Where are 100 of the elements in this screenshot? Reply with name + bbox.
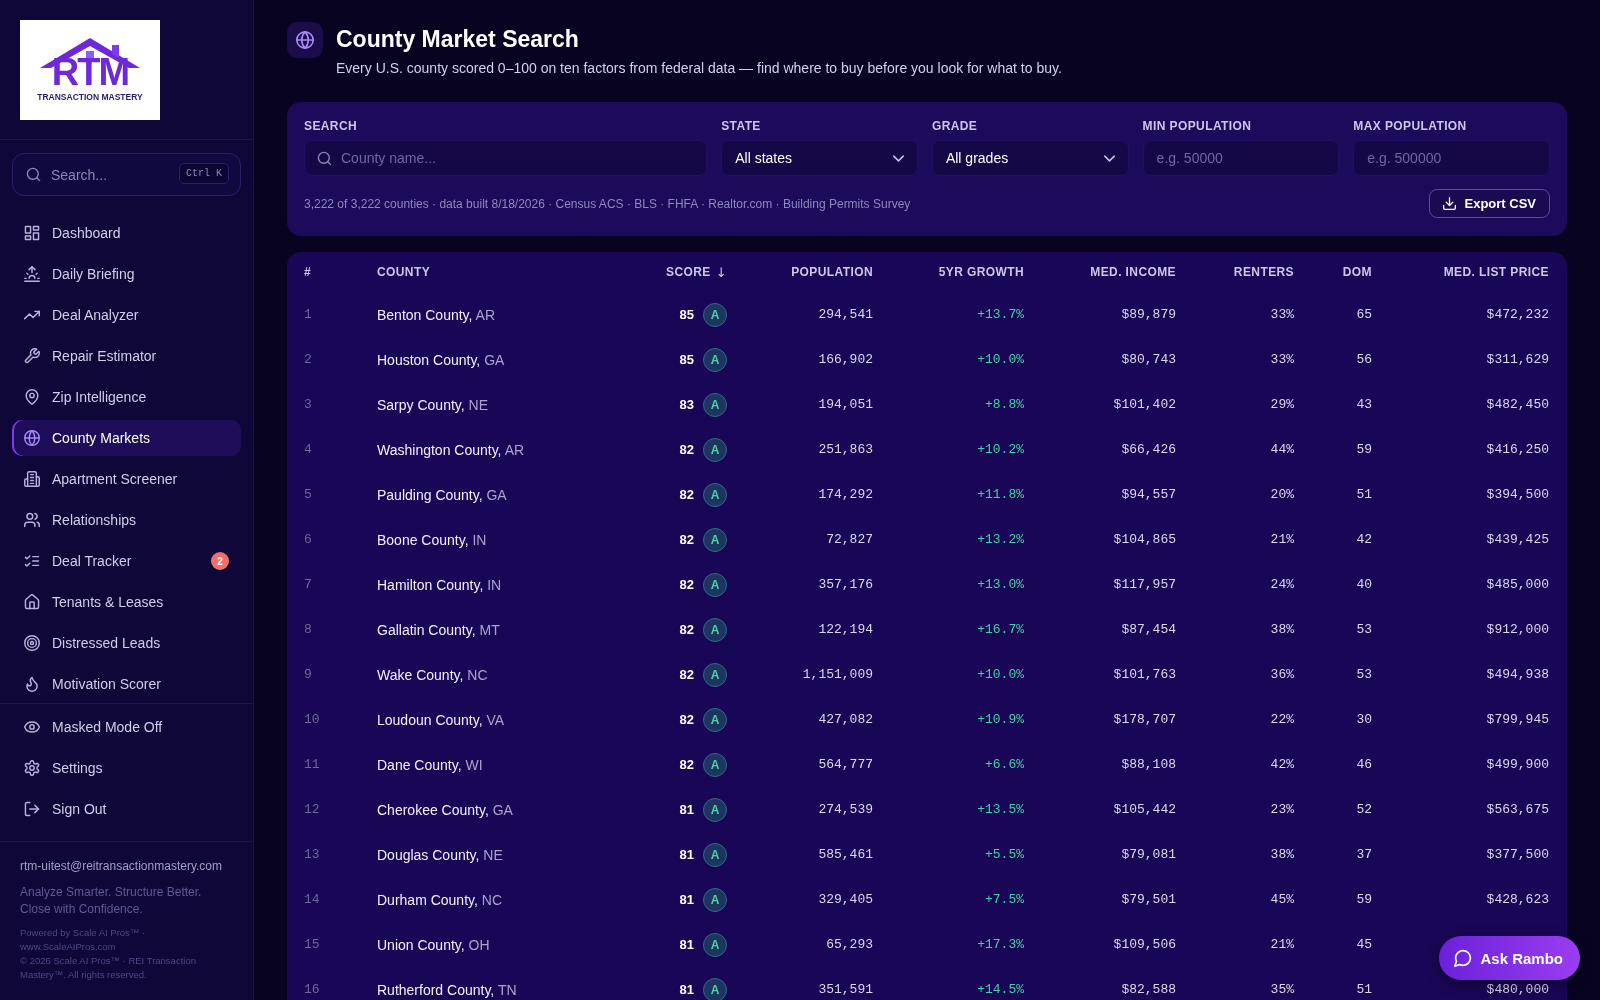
grade-badge: A (703, 527, 727, 552)
renters-cell: 35% (1270, 982, 1294, 997)
score-value: 81 (679, 937, 694, 952)
growth-cell: +14.5% (977, 982, 1024, 997)
nav-item[interactable]: Daily Briefing (12, 256, 241, 292)
nav-item[interactable]: Deal Analyzer (12, 297, 241, 333)
renters-cell: 21% (1270, 937, 1294, 952)
price-cell: $485,000 (1486, 577, 1549, 592)
income-cell: $117,957 (1113, 577, 1176, 592)
growth-cell: +7.5% (985, 892, 1024, 907)
dom-cell: 53 (1356, 622, 1372, 637)
population-cell: 585,461 (818, 847, 873, 862)
score-value: 81 (679, 847, 694, 862)
building-icon (24, 471, 40, 487)
dropdown[interactable]: All grades (931, 140, 1129, 176)
settings-icon (24, 760, 40, 776)
chevron-down-icon (1103, 154, 1115, 162)
income-cell: $88,108 (1121, 757, 1176, 772)
row-number: 9 (304, 667, 312, 682)
grid-icon (24, 225, 40, 241)
summary-text: 3,222 of 3,222 counties · data built 8/18/2026 · Census ACS · BLS · FHFA · Realtor.com · Building Permits Survey (304, 196, 911, 211)
county-name: Houston County, GA (377, 351, 505, 368)
score-value: 85 (679, 307, 694, 322)
globe-icon (24, 430, 40, 446)
dom-cell: 43 (1356, 397, 1372, 412)
input-field[interactable]: e.g. 50000 (1142, 140, 1340, 176)
column-header[interactable]: MED. INCOME (1090, 265, 1176, 279)
column-header[interactable]: RENTERS (1233, 265, 1294, 279)
dropdown[interactable]: All states (721, 140, 918, 176)
nav-item[interactable]: Repair Estimator (12, 338, 241, 374)
renters-cell: 20% (1270, 487, 1294, 502)
nav-item[interactable]: Zip Intelligence (12, 379, 241, 415)
price-cell: $912,000 (1486, 622, 1549, 637)
search-field[interactable]: County name... (304, 140, 708, 176)
nav-item[interactable]: County Markets (12, 420, 241, 456)
grade-badge: A (703, 932, 727, 957)
ask-assistant-button[interactable]: Ask Rambo (1439, 936, 1580, 980)
growth-cell: +13.0% (977, 577, 1024, 592)
row-number: 8 (304, 622, 312, 637)
county-name: Gallatin County, MT (377, 621, 500, 638)
price-cell: $377,500 (1486, 847, 1549, 862)
column-header[interactable]: SCORE ↓ (666, 264, 727, 280)
row-number: 3 (304, 397, 312, 412)
nav-item[interactable]: Apartment Screener (12, 461, 241, 497)
count-badge: 2 (211, 552, 229, 570)
nav-item[interactable]: Dashboard (12, 215, 241, 251)
grade-badge: A (703, 437, 727, 462)
price-cell: $428,623 (1486, 892, 1549, 907)
column-header[interactable]: DOM (1342, 265, 1372, 279)
search-icon (317, 151, 332, 166)
column-header[interactable]: 5YR GROWTH (938, 265, 1024, 279)
dom-cell: 51 (1356, 982, 1372, 997)
score-value: 85 (679, 352, 694, 367)
county-name: Wake County, NC (377, 666, 488, 683)
column-header[interactable]: POPULATION (791, 265, 873, 279)
grade-badge: A (703, 482, 727, 507)
nav-item[interactable]: Distressed Leads (12, 625, 241, 661)
sunrise-icon (24, 266, 40, 282)
income-cell: $79,081 (1121, 847, 1176, 862)
renters-cell: 33% (1270, 352, 1294, 367)
nav-item[interactable]: Sign Out (12, 791, 241, 827)
population-cell: 251,863 (818, 442, 873, 457)
county-name: Boone County, IN (377, 531, 487, 548)
dom-cell: 51 (1356, 487, 1372, 502)
population-cell: 166,902 (818, 352, 873, 367)
nav-item[interactable]: Settings (12, 750, 241, 786)
field-label: GRADE (931, 119, 978, 133)
logout-icon (24, 801, 40, 817)
county-name: Washington County, AR (377, 441, 525, 458)
county-name: Sarpy County, NE (377, 396, 488, 413)
nav-item[interactable]: Deal Tracker 2 (12, 543, 241, 579)
dom-cell: 45 (1356, 937, 1372, 952)
page-subtitle: Every U.S. county scored 0–100 on ten factors from federal data — find where to buy before you look for what to buy. (336, 59, 1062, 77)
score-value: 82 (679, 622, 694, 637)
county-name: Hamilton County, IN (377, 576, 502, 593)
growth-cell: +11.8% (977, 487, 1024, 502)
column-header[interactable]: # (304, 265, 312, 279)
dom-cell: 53 (1356, 667, 1372, 682)
county-name: Union County, OH (377, 936, 490, 953)
nav-item[interactable]: Relationships (12, 502, 241, 538)
price-cell: $799,945 (1486, 712, 1549, 727)
nav-item[interactable]: Motivation Scorer (12, 666, 241, 702)
county-name: Benton County, AR (377, 306, 496, 323)
grade-badge: A (703, 887, 727, 912)
population-cell: 564,777 (818, 757, 873, 772)
nav-item[interactable]: Tenants & Leases (12, 584, 241, 620)
nav-item[interactable]: Masked Mode Off (12, 709, 241, 745)
people-icon (24, 512, 40, 528)
map-pin-icon (24, 389, 40, 405)
input-field[interactable]: e.g. 500000 (1353, 140, 1550, 176)
row-number: 14 (304, 892, 320, 907)
export-button[interactable]: Export CSV (1429, 189, 1550, 218)
growth-cell: +8.8% (985, 397, 1024, 412)
column-header[interactable]: COUNTY (377, 265, 431, 279)
dom-cell: 56 (1356, 352, 1372, 367)
page-title: County Market Search (336, 25, 580, 53)
column-header[interactable]: MED. LIST PRICE (1443, 265, 1549, 279)
price-cell: $439,425 (1486, 532, 1549, 547)
county-name: Douglas County, NE (377, 846, 503, 863)
flame-icon (24, 676, 40, 692)
